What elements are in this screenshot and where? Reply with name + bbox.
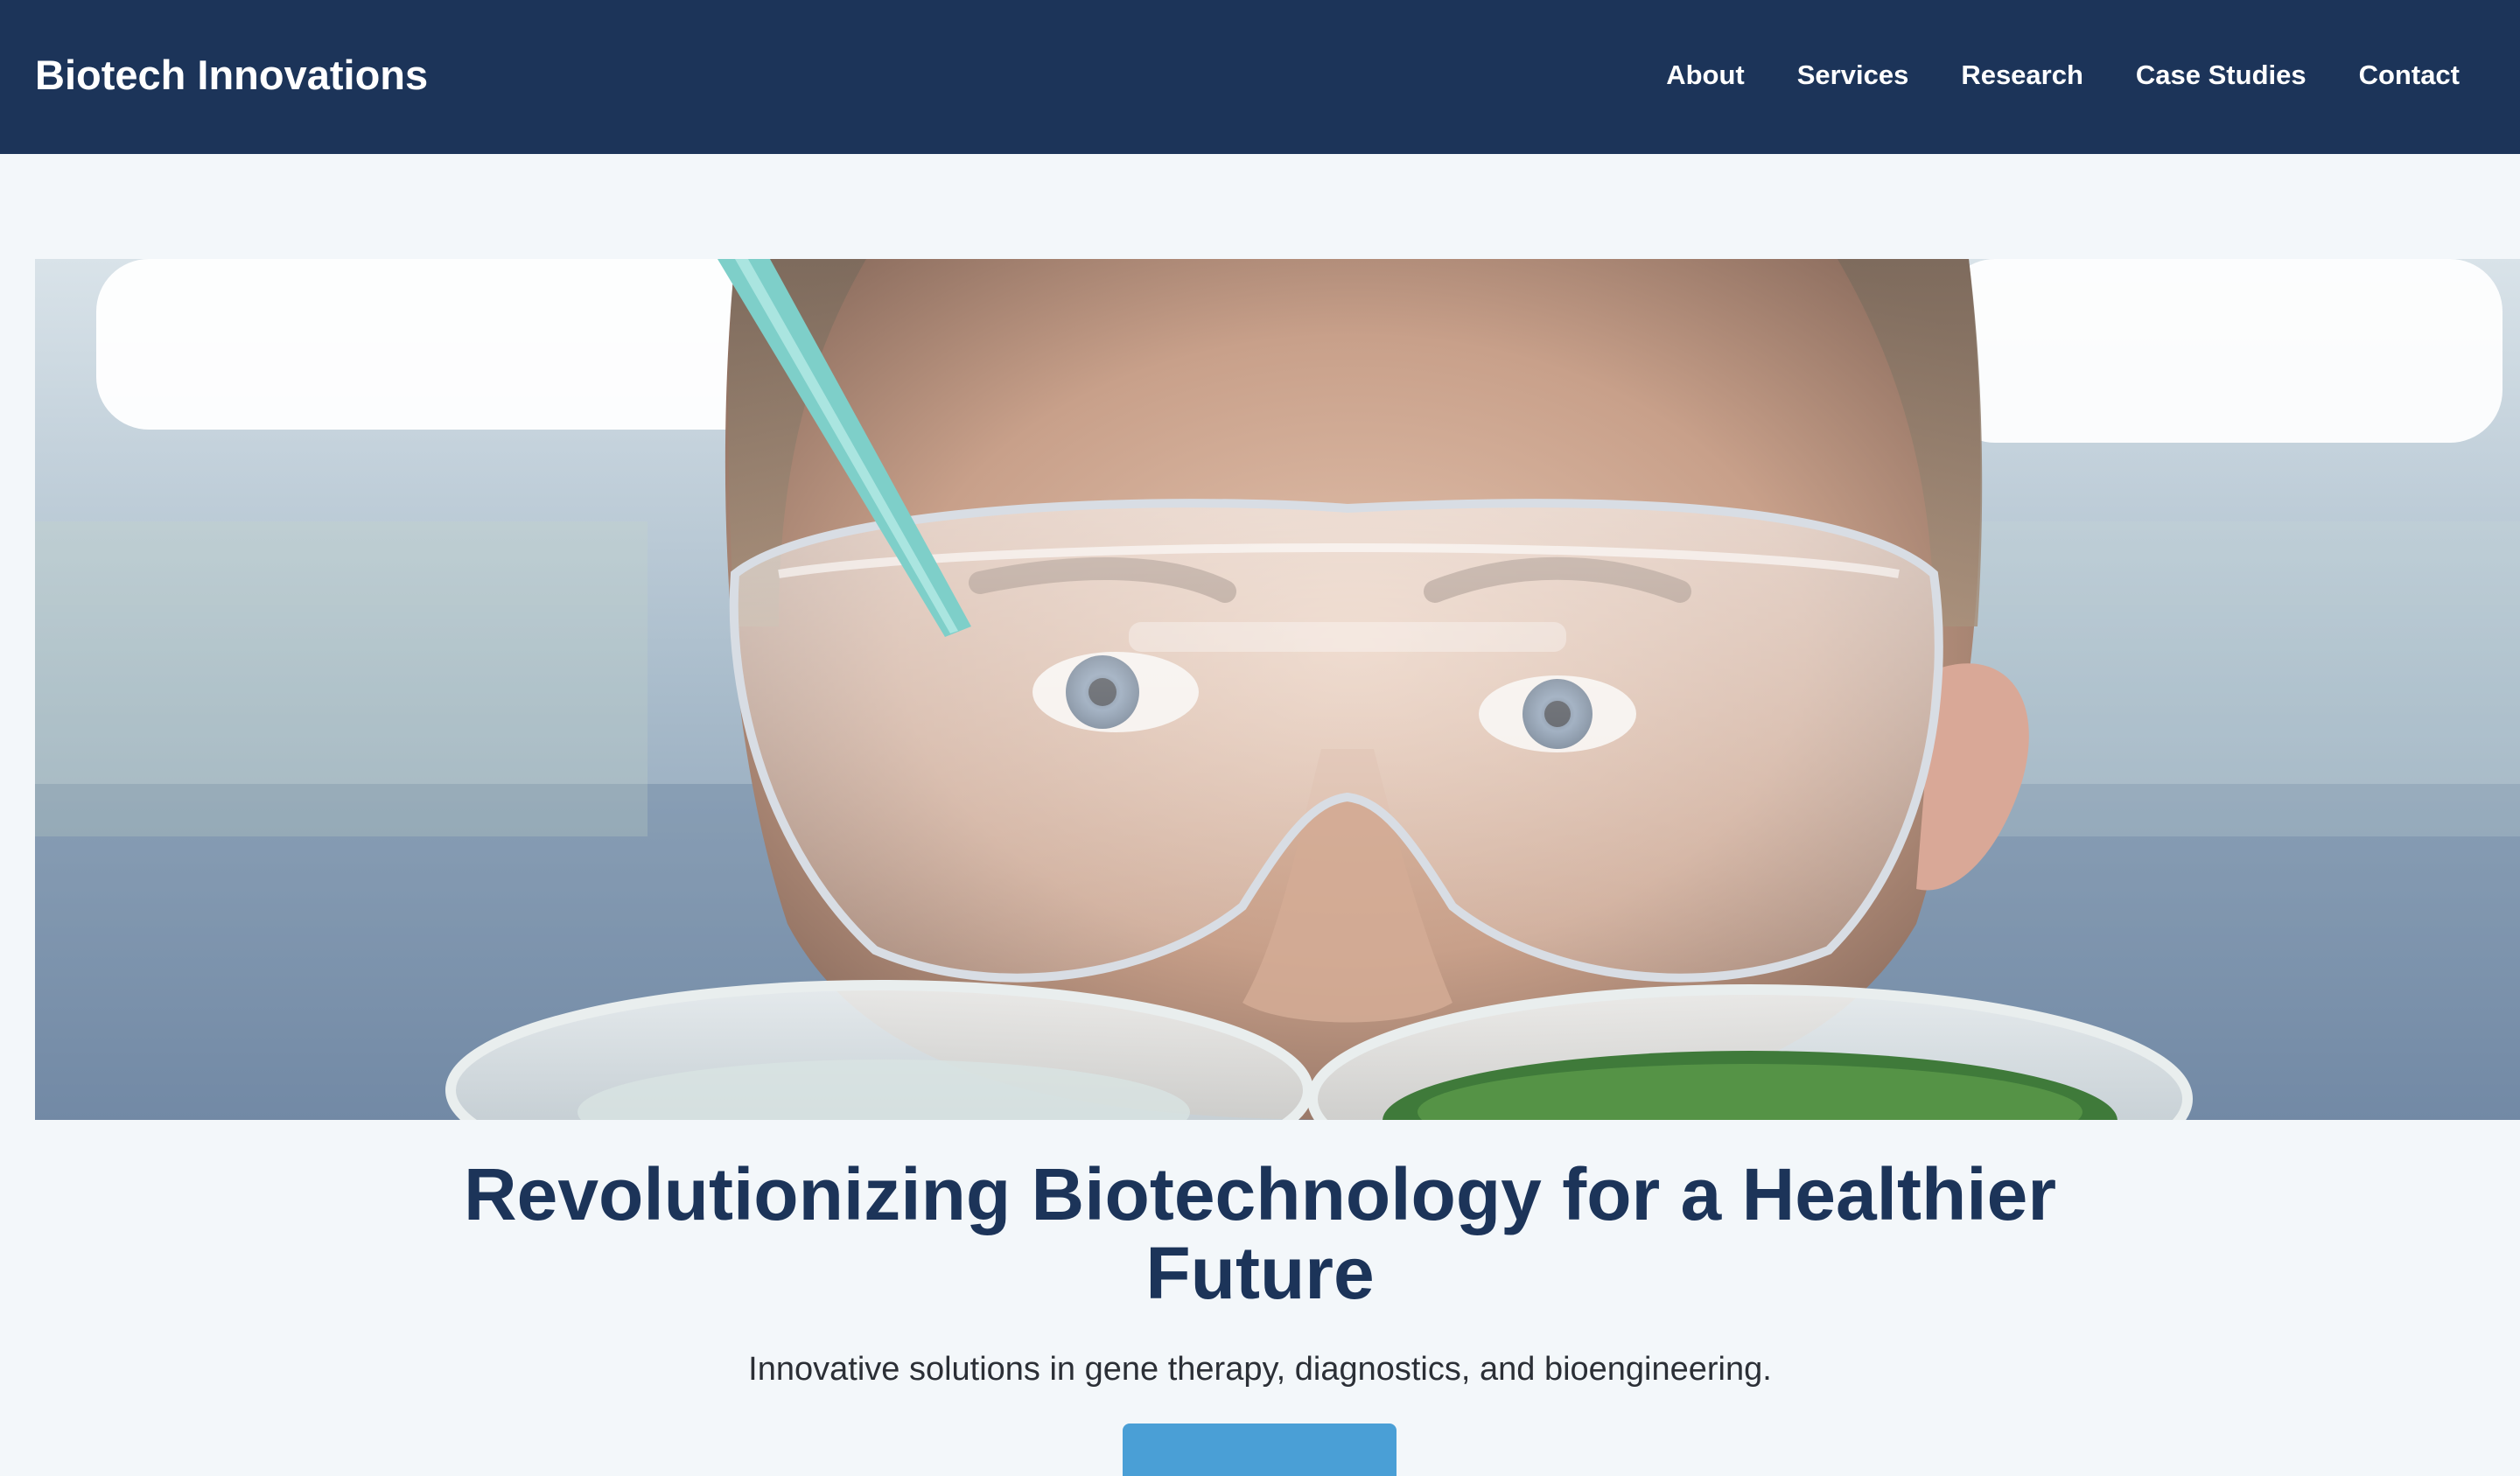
nav-link-services[interactable]: Services (1797, 58, 1909, 93)
hero-cta-button[interactable] (1123, 1424, 1396, 1476)
hero-title: Revolutionizing Biotechnology for a Heal… (463, 1153, 2057, 1314)
main-nav: About Services Research Case Studies Con… (1666, 58, 2460, 93)
nav-link-research[interactable]: Research (1961, 58, 2083, 93)
nav-link-contact[interactable]: Contact (2359, 58, 2460, 93)
site-header: Biotech Innovations About Services Resea… (0, 0, 2520, 154)
nav-link-case-studies[interactable]: Case Studies (2136, 58, 2306, 93)
hero-subtitle: Innovative solutions in gene therapy, di… (748, 1351, 1772, 1388)
hero-image (35, 259, 2520, 1120)
nav-link-about[interactable]: About (1666, 58, 1745, 93)
brand-logo[interactable]: Biotech Innovations (35, 51, 428, 100)
